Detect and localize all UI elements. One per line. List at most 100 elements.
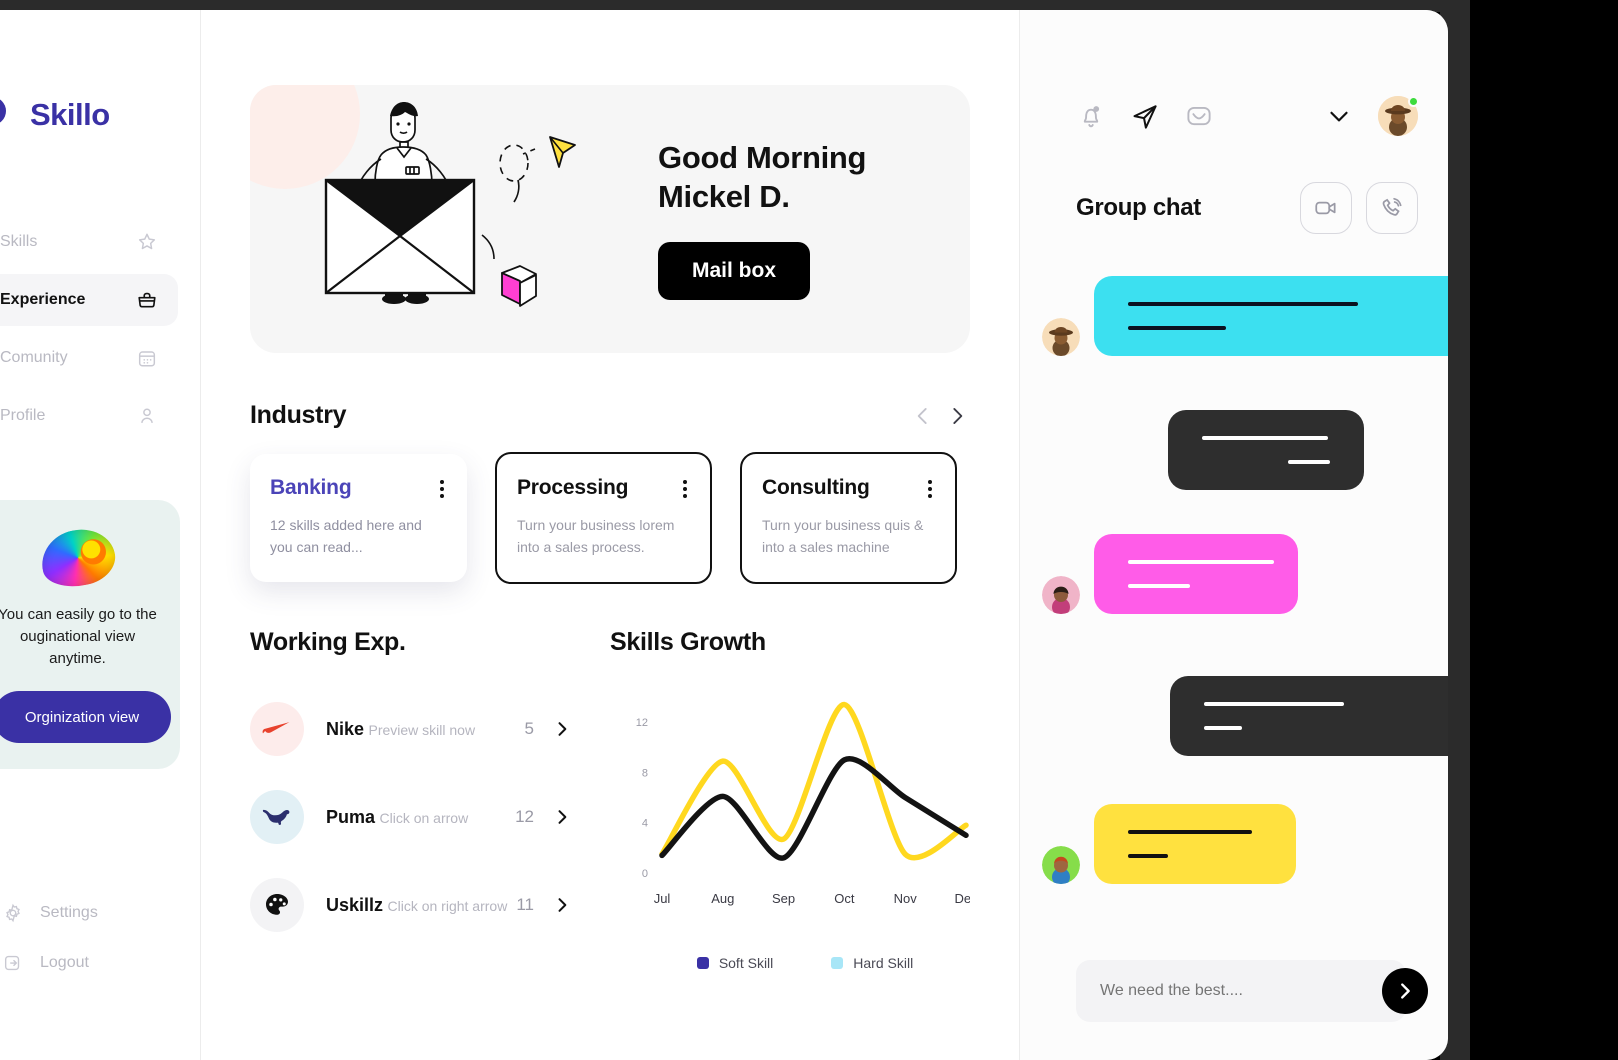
skill-count: 11 [516, 895, 534, 915]
chat-title: Group chat [1076, 194, 1202, 221]
industry-carousel-nav [910, 403, 970, 429]
more-options-icon[interactable] [680, 476, 690, 502]
sidebar-item-label: Profile [0, 407, 46, 424]
organization-view-button[interactable]: Orginization view [0, 691, 171, 744]
message-text-placeholder [1202, 436, 1328, 440]
company-sub: Click on right arrow [387, 897, 508, 914]
organization-promo-card: You can easily go to the ouginational vi… [0, 500, 180, 770]
avatar [1042, 846, 1080, 884]
industry-title: Industry [250, 401, 347, 429]
chat-message-input[interactable] [1100, 982, 1406, 1000]
envelope-icon[interactable] [1184, 101, 1214, 131]
chevron-right-icon[interactable] [552, 719, 572, 739]
legend-swatch [696, 957, 709, 970]
app-window: Skillo Skills Experience Comunity Profil… [0, 10, 1448, 1060]
svg-text:Dec: Dec [954, 891, 970, 906]
calendar-icon [138, 351, 156, 367]
sidebar-item-label: Logout [40, 954, 89, 971]
bell-icon[interactable] [1076, 101, 1106, 131]
chevron-right-icon[interactable] [944, 403, 970, 429]
palette-icon [266, 894, 288, 916]
online-status-dot [1408, 96, 1419, 107]
message-text-placeholder [1204, 702, 1344, 706]
chat-message-incoming[interactable] [1042, 276, 1448, 356]
phone-icon [1382, 197, 1402, 216]
sidebar-item-label: Skills [0, 233, 38, 250]
hero-copy: Good Morning Mickel D. Mail box [658, 138, 866, 301]
chevron-left-icon[interactable] [910, 403, 936, 429]
more-options-icon[interactable] [437, 476, 447, 502]
industry-card-title: Processing [517, 476, 629, 499]
star-icon [138, 233, 156, 250]
svg-text:4: 4 [642, 818, 648, 830]
gradient-blob-icon [35, 522, 120, 594]
skills-growth-panel: Skills Growth 0 4 8 12 Jul Aug Sep Oct Nov Dec So… [610, 628, 970, 971]
chat-message-incoming[interactable] [1042, 534, 1298, 614]
group-chat-panel: Group chat [1019, 10, 1448, 1060]
svg-text:Jul: Jul [654, 891, 671, 906]
message-bubble [1094, 276, 1448, 356]
chevron-down-icon[interactable] [1324, 101, 1354, 131]
paper-plane-icon[interactable] [1130, 101, 1160, 131]
nike-logo-icon [250, 702, 304, 757]
sidebar-item-label: Experience [0, 291, 86, 308]
legend-label: Soft Skill [718, 955, 774, 972]
list-item[interactable]: Uskillz Click on right arrow 11 [250, 861, 572, 949]
voice-call-button[interactable] [1366, 182, 1418, 234]
more-options-icon[interactable] [925, 476, 935, 502]
list-item[interactable]: Puma Click on arrow 12 [250, 773, 572, 861]
sidebar-item-label: Settings [40, 904, 98, 921]
nike-swoosh-icon [262, 722, 290, 734]
sidebar-item-logout[interactable]: Logout [0, 938, 200, 988]
industry-card-title: Consulting [762, 476, 870, 499]
legend-swatch [831, 957, 844, 970]
chevron-right-icon[interactable] [552, 807, 572, 827]
industry-card-desc: Turn your business quis & into a sales m… [762, 517, 924, 555]
svg-text:Sep: Sep [772, 891, 795, 906]
sidebar-item-experience[interactable]: Experience [0, 274, 178, 326]
sidebar-item-label: Comunity [0, 349, 68, 366]
device-frame: Skillo Skills Experience Comunity Profil… [0, 0, 1618, 1060]
brand-logo[interactable]: Skillo [0, 95, 110, 135]
industry-card-processing[interactable]: Processing Turn your business lorem into… [495, 452, 712, 585]
chevron-right-icon [1401, 983, 1410, 999]
chat-action-buttons [1300, 182, 1418, 234]
main-content: Good Morning Mickel D. Mail box Industry [202, 10, 1018, 1060]
avatar[interactable] [1378, 96, 1419, 136]
message-text-placeholder [1288, 460, 1330, 464]
lower-section: Working Exp. Nike Preview skill now 5 Pu… [250, 628, 970, 971]
skills-growth-chart: 0 4 8 12 Jul Aug Sep Oct Nov Dec [610, 679, 970, 929]
chat-message-outgoing[interactable] [1168, 410, 1364, 490]
sidebar-item-settings[interactable]: Settings [0, 888, 200, 938]
sidebar-item-profile[interactable]: Profile [0, 390, 178, 442]
chevron-right-icon[interactable] [552, 895, 572, 915]
industry-card-title: Banking [270, 476, 352, 499]
message-bubble [1170, 676, 1448, 756]
chart-legend: Soft Skill Hard Skill [640, 955, 970, 971]
industry-card-consulting[interactable]: Consulting Turn your business quis & int… [740, 452, 957, 585]
sidebar-item-comunity[interactable]: Comunity [0, 332, 178, 384]
user-avatar-image [1042, 318, 1080, 356]
list-item[interactable]: Nike Preview skill now 5 [250, 685, 572, 773]
gear-icon [6, 903, 20, 923]
send-message-button[interactable] [1382, 968, 1428, 1014]
industry-card-banking[interactable]: Banking 12 skills added here and you can… [250, 454, 467, 583]
chat-message-outgoing[interactable] [1170, 676, 1448, 756]
sidebar-item-skills[interactable]: Skills [0, 216, 178, 268]
sidebar: Skillo Skills Experience Comunity Profil… [0, 10, 201, 1060]
mail-box-button[interactable]: Mail box [658, 242, 811, 301]
line-chart-svg: 0 4 8 12 Jul Aug Sep Oct Nov Dec [636, 702, 970, 906]
chat-message-incoming[interactable] [1042, 804, 1296, 884]
company-sub: Preview skill now [368, 721, 476, 738]
video-call-button[interactable] [1300, 182, 1352, 234]
message-text-placeholder [1128, 326, 1226, 330]
working-exp-panel: Working Exp. Nike Preview skill now 5 Pu… [250, 628, 572, 971]
message-bubble [1168, 410, 1364, 490]
briefcase-icon [138, 292, 156, 308]
industry-card-list: Banking 12 skills added here and you can… [250, 452, 970, 585]
industry-card-desc: Turn your business lorem into a sales pr… [517, 517, 675, 555]
message-bubble [1094, 534, 1298, 614]
video-camera-icon [1315, 201, 1336, 215]
user-icon [141, 408, 153, 423]
puma-logo-icon [250, 790, 304, 845]
